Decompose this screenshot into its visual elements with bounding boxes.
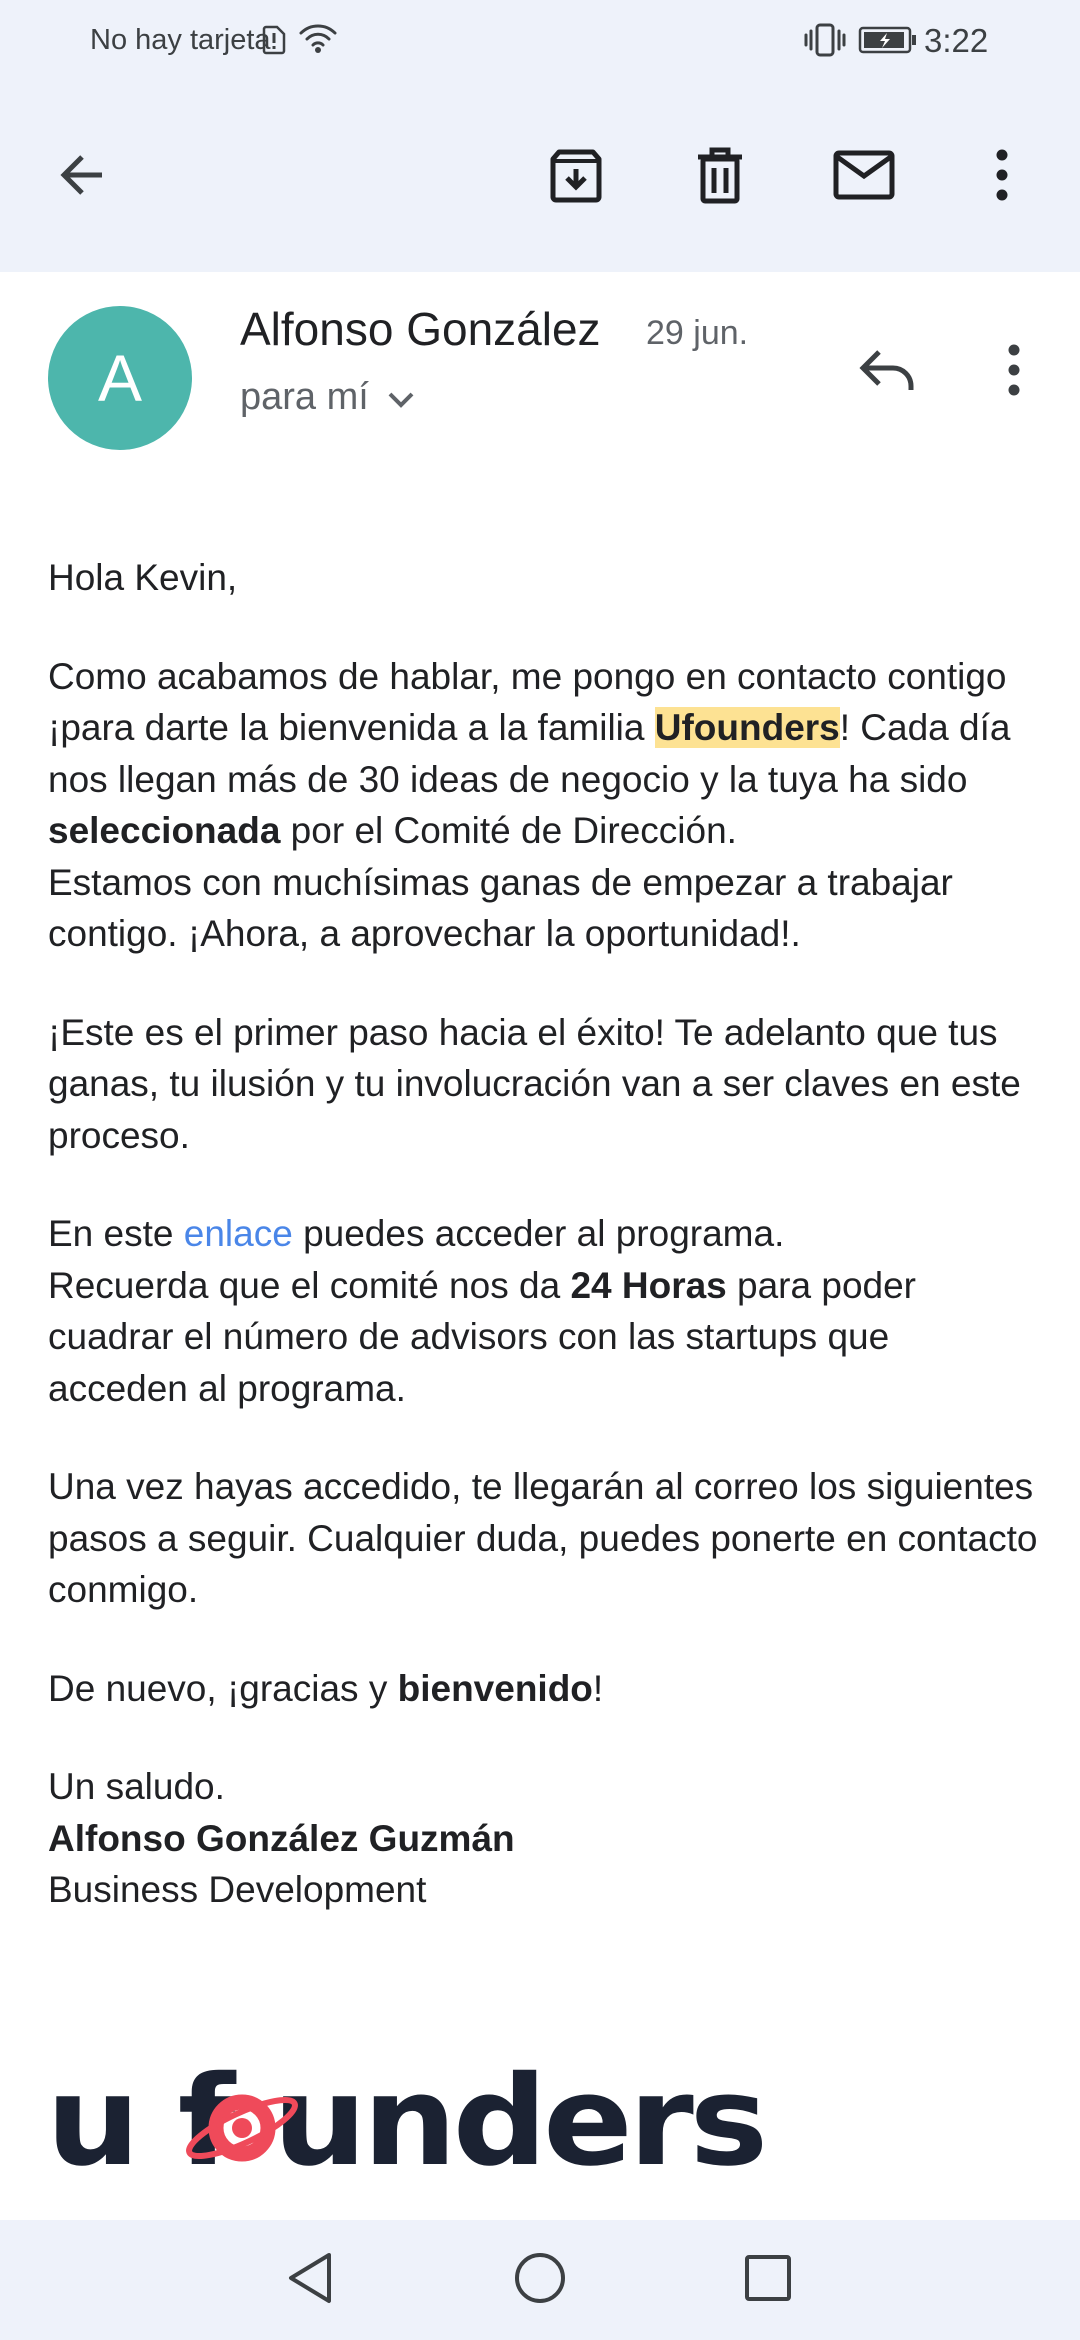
- paragraph-program-link: En este enlace puedes acceder al program…: [48, 1213, 916, 1409]
- nav-back-icon: [285, 2251, 335, 2310]
- sign-off: Un saludo.: [48, 1766, 225, 1807]
- navigation-bar: [0, 2220, 1080, 2340]
- clock: 3:22: [924, 22, 989, 59]
- reply-icon: [859, 348, 917, 397]
- message-more-button[interactable]: [982, 332, 1046, 412]
- greeting: Hola Kevin,: [48, 557, 238, 598]
- mail-icon: [833, 150, 895, 205]
- carrier-text: No hay tarjeta: [90, 24, 271, 56]
- delete-button[interactable]: [680, 130, 760, 224]
- back-button[interactable]: [42, 130, 122, 224]
- avatar[interactable]: A: [48, 306, 192, 450]
- bold-welcome: bienvenido: [397, 1667, 593, 1709]
- paragraph-welcome: Como acabamos de hablar, me pongo en con…: [48, 655, 1011, 955]
- reply-button[interactable]: [848, 332, 928, 412]
- recipient-toggle[interactable]: para mí: [240, 376, 415, 419]
- status-bar: No hay tarjeta 3:22: [0, 0, 1080, 84]
- sender-header: A Alfonso González 29 jun. para mí: [0, 272, 1080, 472]
- sim-alert-icon: [262, 25, 286, 60]
- nav-home-button[interactable]: [500, 2240, 580, 2320]
- toolbar: [0, 130, 1080, 224]
- bold-deadline: 24 Horas: [570, 1264, 727, 1306]
- ufounders-logo: u f unders: [46, 2050, 786, 2194]
- vibrate-icon: [804, 22, 846, 63]
- wifi-icon: [298, 22, 338, 59]
- archive-button[interactable]: [536, 130, 616, 224]
- more-vert-icon: [996, 149, 1008, 206]
- paragraph-first-step: ¡Este es el primer paso hacia el éxito! …: [48, 1011, 1021, 1156]
- highlighted-brand: Ufounders: [654, 707, 840, 748]
- mark-unread-button[interactable]: [824, 130, 904, 224]
- svg-text:u f unders: u f unders: [46, 2060, 764, 2180]
- battery-icon: [858, 25, 918, 60]
- recipient-label: para mí: [240, 376, 369, 418]
- bold-selected: seleccionada: [48, 810, 281, 851]
- nav-recents-button[interactable]: [728, 2240, 808, 2320]
- chevron-down-icon: [387, 376, 415, 419]
- more-vert-icon: [1008, 344, 1020, 401]
- paragraph-next-steps: Una vez hayas accedido, te llegarán al c…: [48, 1466, 1038, 1610]
- message-date: 29 jun.: [646, 314, 749, 352]
- back-arrow-icon: [56, 149, 108, 206]
- more-button[interactable]: [962, 130, 1042, 224]
- sender-name: Alfonso González: [240, 303, 601, 355]
- signature-title: Business Development: [48, 1869, 427, 1910]
- message-body: Hola Kevin, Como acabamos de hablar, me …: [48, 552, 1038, 1916]
- nav-recents-icon: [744, 2254, 792, 2307]
- archive-icon: [548, 147, 604, 208]
- nav-home-icon: [513, 2251, 567, 2310]
- nav-back-button[interactable]: [270, 2240, 350, 2320]
- trash-icon: [695, 146, 745, 209]
- signature: Un saludo. Alfonso González Guzmán Busin…: [48, 1761, 1038, 1916]
- signature-name: Alfonso González Guzmán: [48, 1817, 515, 1859]
- paragraph-thanks: De nuevo, ¡gracias y bienvenido!: [48, 1667, 604, 1709]
- program-link[interactable]: enlace: [184, 1213, 293, 1254]
